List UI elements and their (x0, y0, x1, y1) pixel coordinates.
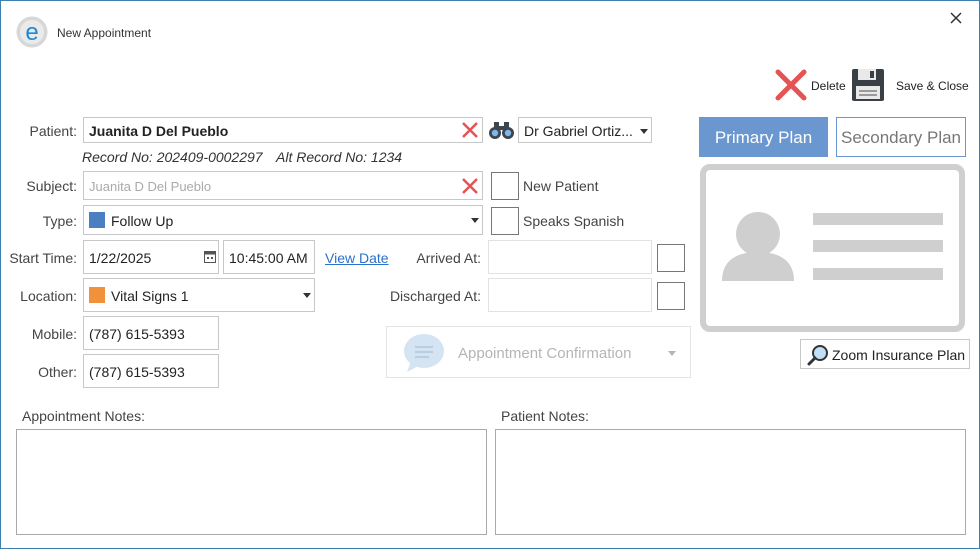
insurance-card-image (700, 164, 965, 332)
doctor-value: Dr Gabriel Ortiz... (524, 123, 633, 139)
save-close-label: Save & Close (896, 79, 969, 93)
start-time-input[interactable]: 10:45:00 AM (223, 240, 315, 274)
mobile-input[interactable]: (787) 615-5393 (83, 316, 219, 350)
location-color-swatch (89, 287, 105, 303)
chevron-down-icon (668, 351, 676, 356)
appointment-confirmation-label: Appointment Confirmation (458, 345, 632, 362)
speaks-spanish-checkbox[interactable] (491, 207, 519, 235)
binoculars-icon[interactable] (488, 120, 515, 140)
record-no: Record No: 202409-0002297 (82, 149, 263, 165)
appointment-notes-textarea[interactable] (16, 429, 487, 535)
other-label: Other: (38, 364, 77, 380)
chat-bubble-icon (404, 334, 444, 372)
window-title: New Appointment (57, 26, 152, 40)
patient-notes-label: Patient Notes: (501, 408, 589, 424)
save-close-button[interactable]: Save & Close (851, 67, 969, 103)
speaks-spanish-label: Speaks Spanish (523, 213, 625, 229)
floppy-disk-icon (852, 69, 884, 101)
new-appointment-window: e New Appointment Delete Save & Close Pa… (0, 0, 980, 549)
new-patient-label: New Patient (523, 178, 599, 194)
arrived-at-label: Arrived At: (416, 250, 481, 266)
delete-label: Delete (811, 79, 846, 93)
discharged-at-label: Discharged At: (389, 288, 481, 304)
start-date-value: 1/22/2025 (89, 250, 152, 266)
clear-subject-icon[interactable] (461, 177, 479, 195)
appointment-confirmation-select[interactable]: Appointment Confirmation (386, 326, 691, 378)
arrived-at-input[interactable] (488, 240, 652, 274)
mobile-value: (787) 615-5393 (89, 326, 185, 342)
calendar-icon[interactable] (204, 250, 216, 263)
other-value: (787) 615-5393 (89, 364, 185, 380)
magnifier-icon (807, 345, 828, 366)
svg-text:e: e (25, 19, 38, 46)
close-icon[interactable] (947, 9, 965, 27)
subject-label: Subject: (26, 178, 77, 194)
chevron-down-icon (303, 293, 311, 298)
arrived-checkbox[interactable] (657, 244, 685, 272)
other-input[interactable]: (787) 615-5393 (83, 354, 219, 388)
type-select[interactable]: Follow Up (83, 205, 483, 235)
secondary-plan-label: Secondary Plan (840, 128, 962, 147)
start-time-label: Start Time: (9, 250, 77, 266)
location-label: Location: (20, 288, 77, 304)
type-value: Follow Up (111, 213, 174, 229)
type-color-swatch (89, 212, 105, 228)
discharged-checkbox[interactable] (657, 282, 685, 310)
location-value: Vital Signs 1 (111, 288, 189, 304)
patient-value: Juanita D Del Pueblo (89, 123, 229, 139)
subject-input[interactable]: Juanita D Del Pueblo (83, 171, 483, 200)
zoom-insurance-plan-label: Zoom Insurance Plan (832, 347, 966, 363)
patient-field[interactable]: Juanita D Del Pueblo (83, 117, 483, 143)
alt-record-no: Alt Record No: 1234 (276, 149, 403, 165)
secondary-plan-tab[interactable]: Secondary Plan (836, 117, 966, 157)
appointment-notes-label: Appointment Notes: (22, 408, 145, 424)
new-patient-checkbox[interactable] (491, 172, 519, 200)
discharged-at-input[interactable] (488, 278, 652, 312)
delete-button[interactable]: Delete (773, 67, 847, 103)
delete-icon (775, 69, 807, 101)
subject-placeholder: Juanita D Del Pueblo (89, 179, 212, 194)
clear-patient-icon[interactable] (461, 121, 479, 139)
chevron-down-icon (471, 218, 479, 223)
patient-label: Patient: (29, 123, 77, 139)
primary-plan-label: Primary Plan (714, 128, 813, 147)
view-date-link[interactable]: View Date (325, 250, 389, 266)
location-select[interactable]: Vital Signs 1 (83, 278, 315, 312)
mobile-label: Mobile: (31, 326, 77, 342)
chevron-down-icon (640, 129, 648, 134)
start-time-value: 10:45:00 AM (229, 250, 308, 266)
primary-plan-tab[interactable]: Primary Plan (699, 117, 828, 157)
app-logo-icon: e (16, 16, 48, 48)
type-label: Type: (42, 213, 77, 229)
patient-notes-textarea[interactable] (495, 429, 966, 535)
doctor-select[interactable]: Dr Gabriel Ortiz... (518, 117, 652, 143)
start-date-input[interactable]: 1/22/2025 (83, 240, 219, 274)
zoom-insurance-plan-button[interactable]: Zoom Insurance Plan (800, 339, 970, 369)
